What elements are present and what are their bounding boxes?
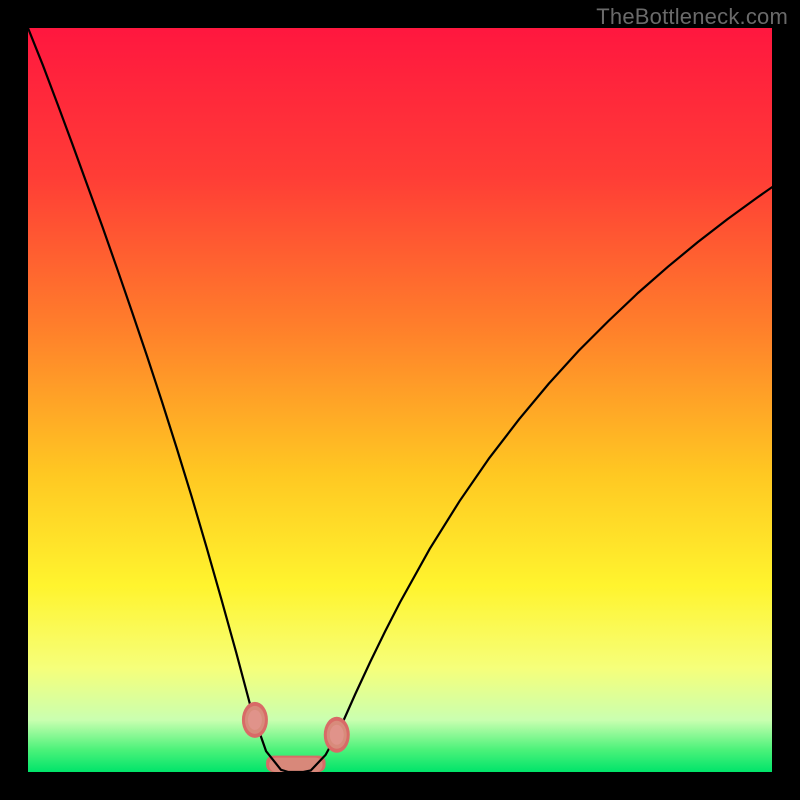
- right-fat-dot: [330, 725, 344, 745]
- chart-svg: [28, 28, 772, 772]
- watermark-text: TheBottleneck.com: [596, 4, 788, 30]
- gradient-bg: [28, 28, 772, 772]
- chart-frame: [28, 28, 772, 772]
- left-fat-dot: [248, 710, 262, 730]
